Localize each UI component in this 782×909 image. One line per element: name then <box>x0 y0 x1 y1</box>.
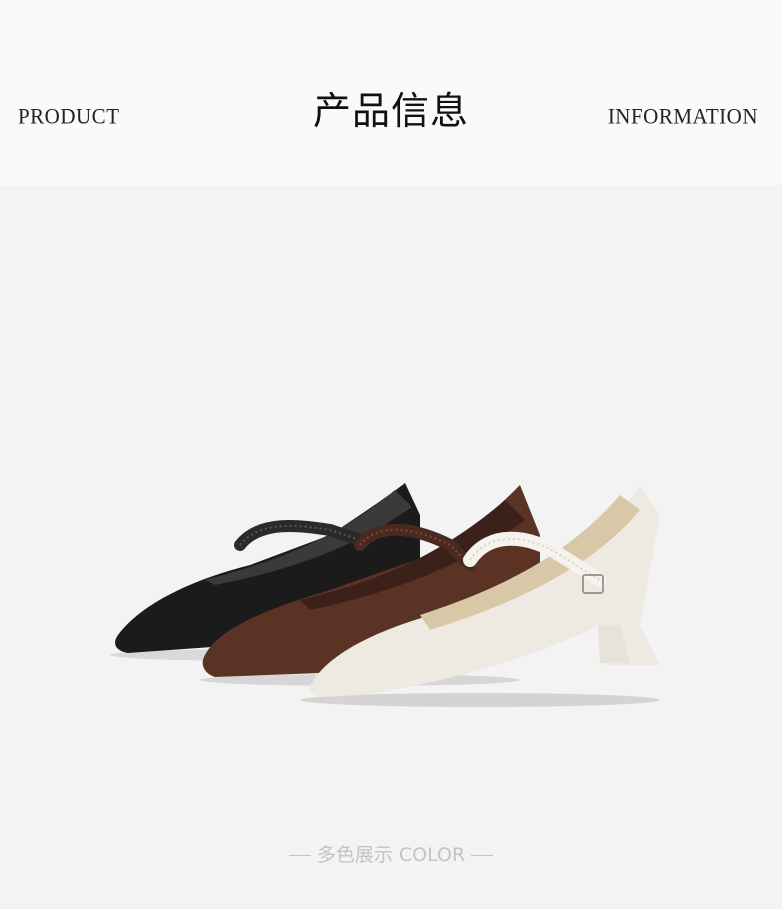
header: PRODUCT 产品信息 INFORMATION <box>0 0 782 185</box>
caption-text: 多色展示 COLOR <box>316 844 466 866</box>
caption-dash-left <box>288 855 311 856</box>
shoes-image <box>110 483 660 707</box>
color-caption: 多色展示 COLOR <box>0 840 782 867</box>
information-label: INFORMATION <box>607 103 758 129</box>
product-stage: 多色展示 COLOR <box>0 185 782 909</box>
caption-dash-right <box>471 855 494 856</box>
